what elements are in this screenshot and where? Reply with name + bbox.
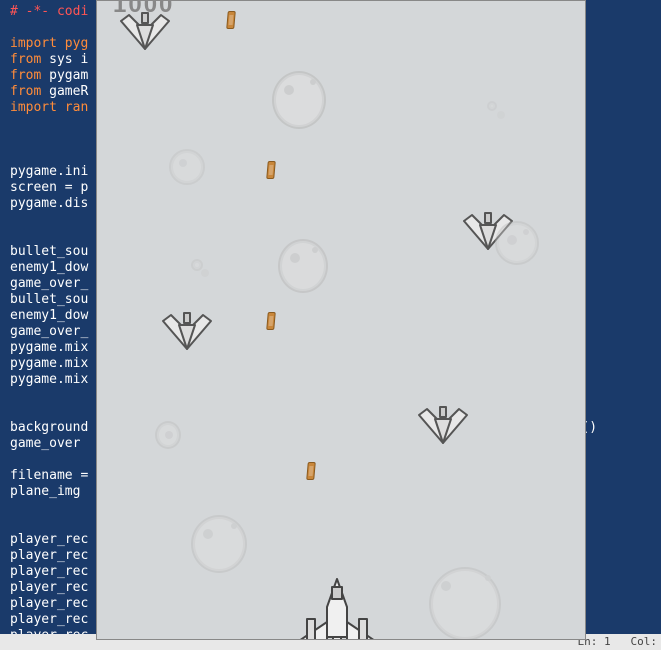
- bullet: [226, 11, 236, 29]
- asteroid: [169, 149, 205, 185]
- code-line: # -*- codi: [10, 4, 88, 19]
- bullet: [306, 462, 316, 480]
- asteroid: [191, 515, 247, 573]
- asteroid: [272, 71, 326, 129]
- game-window[interactable]: 1000: [96, 0, 586, 640]
- enemy-ship: [159, 311, 215, 351]
- asteroid: [278, 239, 328, 293]
- asteroid: [487, 101, 497, 111]
- asteroid: [155, 421, 181, 449]
- asteroid: [191, 259, 203, 271]
- col-number: Col:: [631, 635, 658, 648]
- asteroid: [495, 221, 539, 265]
- enemy-ship: [415, 405, 471, 445]
- bullet: [266, 312, 276, 330]
- enemy-ship: [117, 11, 173, 51]
- player-ship[interactable]: [277, 577, 397, 640]
- bullet: [266, 161, 276, 179]
- asteroid: [429, 567, 501, 640]
